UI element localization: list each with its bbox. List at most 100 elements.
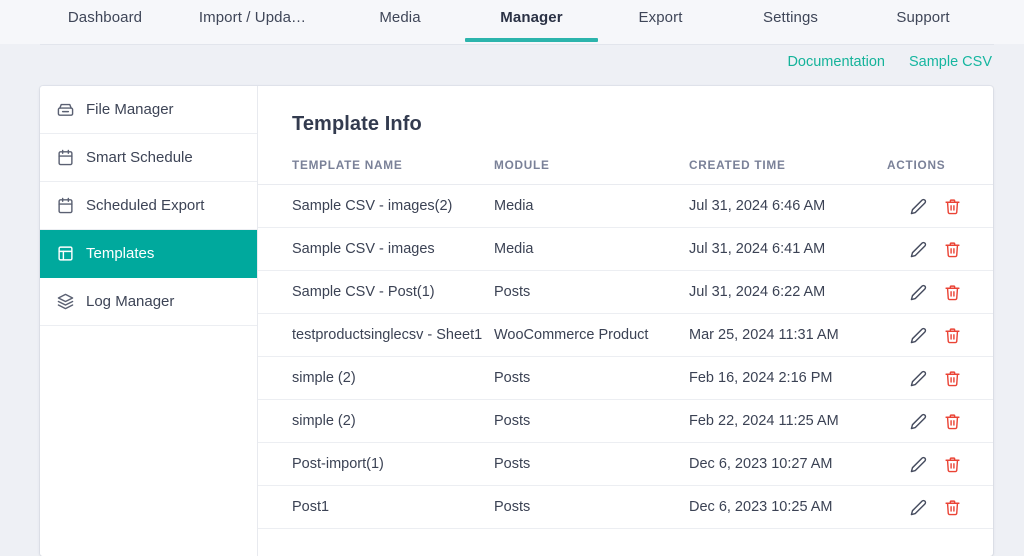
table-header: TEMPLATE NAME MODULE CREATED TIME ACTION…	[258, 158, 993, 185]
trash-icon[interactable]	[944, 370, 961, 387]
cell-created-time: Jul 31, 2024 6:22 AM	[689, 270, 887, 314]
edit-pencil-icon[interactable]	[910, 284, 927, 301]
row-action-group	[887, 499, 979, 516]
row-action-group	[887, 327, 979, 344]
trash-icon[interactable]	[944, 499, 961, 516]
page-title: Template Info	[292, 113, 422, 135]
cell-actions	[887, 184, 993, 228]
cell-created-time: Jul 31, 2024 6:41 AM	[689, 227, 887, 271]
cell-module: Posts	[494, 442, 689, 486]
cell-module: Media	[494, 227, 689, 271]
cell-actions	[887, 442, 993, 486]
tab-support[interactable]: Support	[858, 9, 988, 36]
cell-template-name: Sample CSV - images(2)	[258, 184, 494, 228]
row-action-group	[887, 456, 979, 473]
trash-icon[interactable]	[944, 327, 961, 344]
table-row[interactable]: Sample CSV - images(2) Media Jul 31, 2024 …	[258, 184, 993, 228]
table-row[interactable]: Sample CSV - Post(1) Posts Jul 31, 2024 6:…	[258, 270, 993, 314]
tab-settings-label: Settings	[763, 8, 818, 26]
cell-template-name: testproductsinglecsv - Sheet1	[258, 313, 494, 357]
drive-icon	[57, 101, 74, 118]
tab-settings[interactable]: Settings	[723, 9, 858, 36]
table-row[interactable]: simple (2) Posts Feb 16, 2024 2:16 PM	[258, 356, 993, 400]
tab-support-label: Support	[896, 8, 950, 26]
column-header-actions: ACTIONS	[887, 158, 993, 185]
cell-created-time: Dec 6, 2023 10:27 AM	[689, 442, 887, 486]
cell-template-name: Sample CSV - images	[258, 227, 494, 271]
tab-media-label: Media	[379, 8, 421, 26]
sidebar-item-log-manager-label: Log Manager	[86, 293, 175, 310]
layers-icon	[57, 293, 74, 310]
cell-created-time: Feb 22, 2024 11:25 AM	[689, 399, 887, 443]
cell-template-name: simple (2)	[258, 356, 494, 400]
cell-module: Posts	[494, 485, 689, 529]
cell-actions	[887, 227, 993, 271]
edit-pencil-icon[interactable]	[910, 241, 927, 258]
cell-actions	[887, 270, 993, 314]
trash-icon[interactable]	[944, 413, 961, 430]
edit-pencil-icon[interactable]	[910, 456, 927, 473]
tab-manager[interactable]: Manager	[465, 9, 598, 42]
sidebar-item-file-manager-label: File Manager	[86, 101, 174, 118]
trash-icon[interactable]	[944, 284, 961, 301]
tab-media[interactable]: Media	[335, 9, 465, 36]
sidebar-item-log-manager[interactable]: Log Manager	[40, 278, 257, 326]
table-row[interactable]: Post1 Posts Dec 6, 2023 10:25 AM	[258, 485, 993, 529]
cell-module: WooCommerce Product	[494, 313, 689, 357]
sidebar-item-scheduled-export[interactable]: Scheduled Export	[40, 182, 257, 230]
cell-created-time: Mar 25, 2024 11:31 AM	[689, 313, 887, 357]
table-header-row: TEMPLATE NAME MODULE CREATED TIME ACTION…	[258, 158, 993, 185]
edit-pencil-icon[interactable]	[910, 198, 927, 215]
calendar-icon	[57, 197, 74, 214]
templates-table: TEMPLATE NAME MODULE CREATED TIME ACTION…	[258, 158, 993, 529]
layout-icon	[57, 245, 74, 262]
edit-pencil-icon[interactable]	[910, 413, 927, 430]
main-panel: Template Info TEMPLATE NAME MODULE CREAT…	[258, 86, 993, 556]
cell-module: Posts	[494, 399, 689, 443]
sample-csv-link[interactable]: Sample CSV	[909, 54, 992, 70]
table-row[interactable]: testproductsinglecsv - Sheet1 WooCommerce…	[258, 313, 993, 357]
cell-template-name: Post1	[258, 485, 494, 529]
nav-tab-list: Dashboard Import / Upda… Media Manager E…	[0, 0, 1024, 44]
sidebar-item-smart-schedule[interactable]: Smart Schedule	[40, 134, 257, 182]
cell-actions	[887, 485, 993, 529]
tab-export[interactable]: Export	[598, 9, 723, 36]
edit-pencil-icon[interactable]	[910, 499, 927, 516]
sidebar-item-templates[interactable]: Templates	[40, 230, 257, 278]
table-body: Sample CSV - images(2) Media Jul 31, 2024 …	[258, 184, 993, 529]
table-row[interactable]: simple (2) Posts Feb 22, 2024 11:25 AM	[258, 399, 993, 443]
cell-created-time: Feb 16, 2024 2:16 PM	[689, 356, 887, 400]
cell-actions	[887, 356, 993, 400]
cell-template-name: Post-import(1)	[258, 442, 494, 486]
tab-import-update-label: Import / Upda…	[198, 8, 307, 26]
column-header-template-name: TEMPLATE NAME	[258, 158, 494, 185]
table-row[interactable]: Post-import(1) Posts Dec 6, 2023 10:27 AM	[258, 442, 993, 486]
row-action-group	[887, 241, 979, 258]
sidebar-item-smart-schedule-label: Smart Schedule	[86, 149, 193, 166]
top-navigation-bar: Dashboard Import / Upda… Media Manager E…	[0, 0, 1024, 45]
row-action-group	[887, 370, 979, 387]
cell-module: Posts	[494, 270, 689, 314]
content-card: File Manager Smart Schedule Scheduled Ex…	[40, 86, 993, 556]
cell-created-time: Dec 6, 2023 10:25 AM	[689, 485, 887, 529]
sidebar-item-file-manager[interactable]: File Manager	[40, 86, 257, 134]
tab-dashboard[interactable]: Dashboard	[40, 9, 170, 36]
trash-icon[interactable]	[944, 456, 961, 473]
edit-pencil-icon[interactable]	[910, 327, 927, 344]
trash-icon[interactable]	[944, 241, 961, 258]
sidebar-item-templates-label: Templates	[86, 245, 155, 262]
edit-pencil-icon[interactable]	[910, 370, 927, 387]
row-action-group	[887, 198, 979, 215]
documentation-link[interactable]: Documentation	[787, 54, 885, 70]
trash-icon[interactable]	[944, 198, 961, 215]
cell-actions	[887, 399, 993, 443]
nav-divider	[40, 44, 994, 45]
tab-import-update[interactable]: Import / Upda…	[170, 9, 335, 36]
tab-export-label: Export	[638, 8, 683, 26]
table-row[interactable]: Sample CSV - images Media Jul 31, 2024 6:4…	[258, 227, 993, 271]
manager-sidebar: File Manager Smart Schedule Scheduled Ex…	[40, 86, 258, 556]
cell-template-name: simple (2)	[258, 399, 494, 443]
cell-created-time: Jul 31, 2024 6:46 AM	[689, 184, 887, 228]
row-action-group	[887, 413, 979, 430]
sidebar-item-scheduled-export-label: Scheduled Export	[86, 197, 205, 214]
